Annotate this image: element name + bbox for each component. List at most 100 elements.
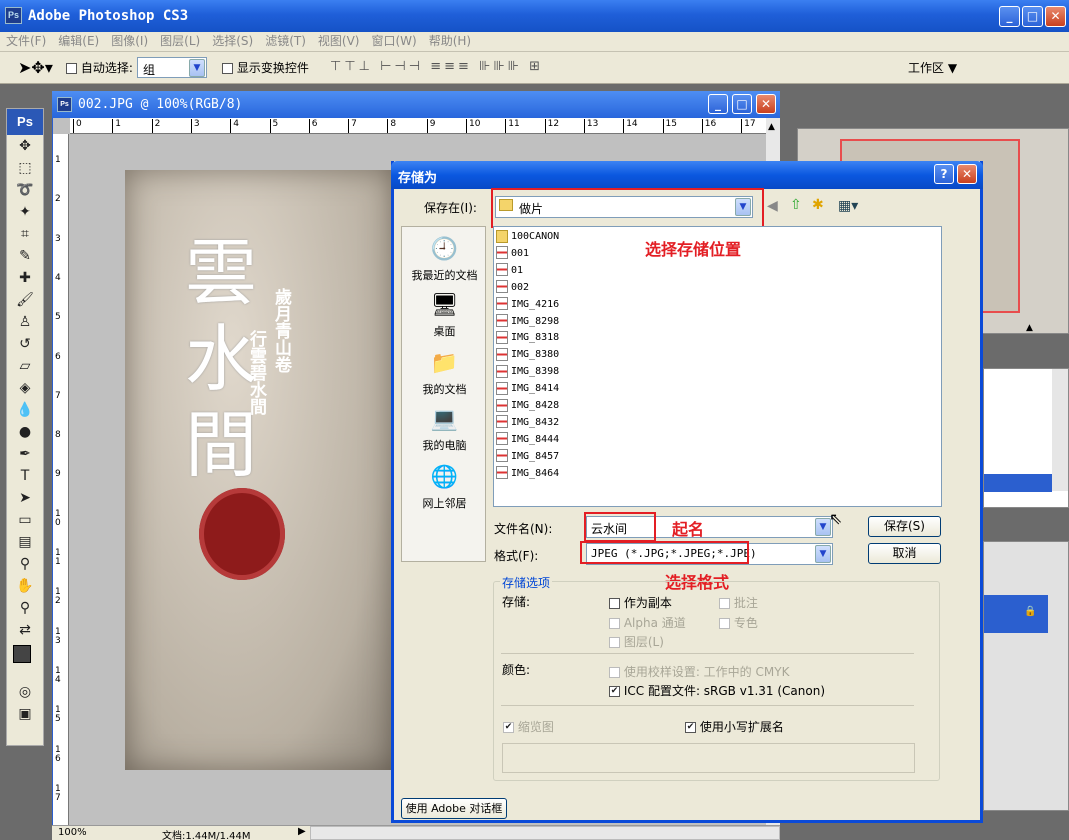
file-item[interactable]: IMG_8414 — [496, 380, 559, 397]
lasso-icon[interactable]: ➰ — [7, 179, 43, 201]
doc-minimize-button[interactable]: _ — [708, 94, 728, 114]
file-item[interactable]: IMG_4216 — [496, 296, 559, 313]
menu-item[interactable]: 选择(S) — [206, 32, 259, 51]
healing-brush-icon[interactable]: ✚ — [7, 267, 43, 289]
save-button[interactable]: 保存(S) — [868, 516, 941, 537]
path-select-icon[interactable]: ➤ — [7, 487, 43, 509]
minimize-button[interactable]: _ — [999, 6, 1020, 27]
help-button[interactable]: ? — [934, 164, 954, 184]
annotation-box-format — [580, 541, 749, 564]
place-my-documents[interactable]: 📁 我的文档 — [402, 349, 487, 397]
show-transform-checkbox[interactable]: 显示变换控件 — [222, 59, 309, 76]
chevron-down-icon[interactable]: ▼ — [815, 545, 831, 563]
move-icon[interactable]: ✥ — [7, 135, 43, 157]
file-list[interactable]: 100CANON 001 01 002 IMG_4216 IMG_8298 IMG_8318… — [493, 226, 942, 507]
pen-icon[interactable]: ✒ — [7, 443, 43, 465]
quick-mask-icon[interactable]: ◎ — [7, 681, 43, 703]
file-item[interactable]: IMG_8380 — [496, 346, 559, 363]
icc-checkbox[interactable]: ICC 配置文件: sRGB v1.31 (Canon) — [609, 682, 825, 699]
menu-item[interactable]: 窗口(W) — [365, 32, 422, 51]
doc-close-button[interactable]: ✕ — [756, 94, 776, 114]
file-item[interactable]: IMG_8444 — [496, 431, 559, 448]
menu-item[interactable]: 视图(V) — [312, 32, 366, 51]
doc-horizontal-scrollbar[interactable] — [310, 826, 780, 840]
as-copy-checkbox[interactable]: 作为副本 — [609, 594, 672, 611]
menu-item[interactable]: 文件(F) — [0, 32, 52, 51]
zoom-icon[interactable]: ⚲ — [7, 597, 43, 619]
lowercase-checkbox[interactable]: 使用小写扩展名 — [685, 718, 784, 735]
blur-icon[interactable]: 💧 — [7, 399, 43, 421]
up-folder-icon[interactable]: ⇧ — [790, 197, 802, 213]
screen-mode-icon[interactable]: ▣ — [7, 703, 43, 725]
hand-icon[interactable]: ✋ — [7, 575, 43, 597]
file-item[interactable]: IMG_8457 — [496, 448, 559, 465]
foreground-color[interactable] — [13, 645, 31, 663]
place-my-computer[interactable]: 💻 我的电脑 — [402, 405, 487, 453]
selected-layer[interactable] — [984, 595, 1048, 633]
slice-icon[interactable]: ✎ — [7, 245, 43, 267]
place-recent[interactable]: 🕘 我最近的文档 — [402, 235, 487, 283]
brush-icon[interactable]: 🖌 — [7, 289, 43, 311]
place-label: 我最近的文档 — [411, 269, 478, 282]
menu-item[interactable]: 滤镜(T) — [259, 32, 312, 51]
scrollbar[interactable] — [1052, 369, 1068, 491]
eraser-icon[interactable]: ▱ — [7, 355, 43, 377]
menu-item[interactable]: 图像(I) — [105, 32, 154, 51]
selected-history-state[interactable] — [984, 474, 1052, 492]
file-item[interactable]: IMG_8464 — [496, 465, 559, 482]
auto-select-dropdown[interactable]: 组 ▼ — [137, 57, 207, 78]
file-item[interactable]: 001 — [496, 245, 529, 262]
dodge-icon[interactable]: ● — [7, 421, 43, 443]
type-icon[interactable]: T — [7, 465, 43, 487]
view-menu-icon[interactable]: ▦▾ — [838, 198, 858, 214]
checkbox-checked-icon[interactable] — [609, 686, 620, 697]
status-menu-arrow-icon[interactable]: ▶ — [298, 826, 306, 837]
swap-colors-icon[interactable]: ⇄ — [7, 619, 43, 641]
file-item[interactable]: 01 — [496, 262, 523, 279]
maximize-button[interactable]: □ — [1022, 6, 1043, 27]
checkbox-icon[interactable] — [609, 598, 620, 609]
magic-wand-icon[interactable]: ✦ — [7, 201, 43, 223]
stamp-icon[interactable]: ♙ — [7, 311, 43, 333]
ruler-tick: 2 — [151, 119, 160, 133]
doc-maximize-button[interactable]: □ — [732, 94, 752, 114]
file-item[interactable]: IMG_8298 — [496, 313, 559, 330]
auto-select-checkbox[interactable]: 自动选择: — [66, 59, 133, 76]
place-network[interactable]: 🌐 网上邻居 — [402, 463, 487, 511]
zoom-level[interactable]: 100% — [58, 827, 87, 838]
chevron-down-icon[interactable]: ▼ — [189, 59, 205, 77]
bucket-icon[interactable]: ◈ — [7, 377, 43, 399]
align-icons[interactable]: ⊤⊤⊥ ⊢⊣⊣ ≡≡≡ ⊪⊪⊪ ⊞ — [330, 59, 543, 74]
place-desktop[interactable]: 🖥 桌面 — [402, 291, 487, 339]
checkbox-checked-icon[interactable] — [685, 722, 696, 733]
checkbox-icon[interactable] — [66, 63, 77, 74]
scroll-up-icon[interactable]: ▲ — [766, 122, 775, 132]
eyedropper-icon[interactable]: ⚲ — [7, 553, 43, 575]
close-button[interactable]: ✕ — [1045, 6, 1066, 27]
crop-icon[interactable]: ⌗ — [7, 223, 43, 245]
menu-item[interactable]: 帮助(H) — [423, 32, 477, 51]
move-tool-icon[interactable]: ➤✥▾ — [18, 58, 53, 77]
adobe-dialog-button[interactable]: 使用 Adobe 对话框 — [401, 798, 507, 819]
file-item[interactable]: IMG_8318 — [496, 329, 559, 346]
menu-item[interactable]: 编辑(E) — [52, 32, 105, 51]
menu-item[interactable]: 图层(L) — [154, 32, 206, 51]
color-swatches[interactable] — [7, 641, 43, 681]
zoom-slider-icon[interactable]: ▲ — [1026, 323, 1033, 333]
file-item[interactable]: IMG_8432 — [496, 414, 559, 431]
notes-icon[interactable]: ▤ — [7, 531, 43, 553]
file-item[interactable]: IMG_8428 — [496, 397, 559, 414]
file-item[interactable]: IMG_8398 — [496, 363, 559, 380]
cancel-button[interactable]: 取消 — [868, 543, 941, 564]
checkbox-icon[interactable] — [222, 63, 233, 74]
file-item[interactable]: 002 — [496, 279, 529, 296]
workspace-menu[interactable]: 工作区 ▼ — [908, 59, 957, 76]
shape-icon[interactable]: ▭ — [7, 509, 43, 531]
ruler-tick: 17 — [741, 119, 756, 133]
dialog-close-button[interactable]: ✕ — [957, 164, 977, 184]
marquee-icon[interactable]: ⬚ — [7, 157, 43, 179]
new-folder-icon[interactable]: ✱ — [812, 197, 824, 213]
back-icon[interactable]: ◀ — [767, 198, 778, 214]
history-brush-icon[interactable]: ↺ — [7, 333, 43, 355]
file-item[interactable]: 100CANON — [496, 228, 559, 245]
